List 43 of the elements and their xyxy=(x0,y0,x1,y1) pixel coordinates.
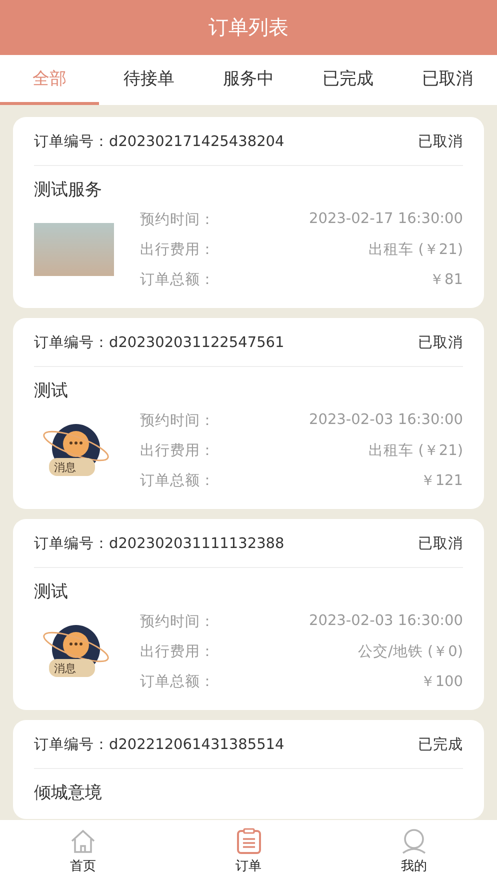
service-name: 倾城意境 xyxy=(34,782,103,805)
icon-label: 消息 xyxy=(54,661,76,676)
service-name: 测试 xyxy=(34,380,69,403)
order-status: 已取消 xyxy=(418,534,463,552)
filter-tab[interactable]: 已完成 xyxy=(298,55,398,105)
page-title: 订单列表 xyxy=(208,14,288,41)
nav-tab[interactable]: 首页 xyxy=(62,820,103,883)
detail-label: 订单总额： xyxy=(140,672,215,690)
order-number: 订单编号：d202302031111132388 xyxy=(34,534,286,552)
detail-label: 订单总额： xyxy=(140,270,215,288)
detail-label: 预约时间： xyxy=(140,412,215,430)
detail-value: ￥81 xyxy=(430,270,463,288)
user-icon xyxy=(400,828,428,854)
detail-value: 出租车 (￥21) xyxy=(368,442,463,460)
detail-value: 2023-02-17 16:30:00 xyxy=(309,211,463,227)
order-status: 已取消 xyxy=(418,334,463,352)
detail-value: 出租车 (￥21) xyxy=(368,240,463,258)
service-name: 测试 xyxy=(34,581,69,604)
order-number: 订单编号：d202212061431385514 xyxy=(34,736,286,754)
filter-tab[interactable]: 待接单 xyxy=(99,55,199,105)
order-number: 订单编号：d202302031122547561 xyxy=(34,334,286,352)
detail-label: 订单总额： xyxy=(140,472,215,490)
order-status: 已取消 xyxy=(418,132,463,150)
detail-label: 出行费用： xyxy=(140,642,215,660)
detail-label: 预约时间： xyxy=(140,210,215,228)
detail-value: ￥121 xyxy=(420,472,463,490)
service-name: 测试服务 xyxy=(34,179,103,202)
nav-tab[interactable]: 订单 xyxy=(228,820,268,883)
detail-value: 2023-02-03 16:30:00 xyxy=(309,613,463,629)
detail-value: 公交/地铁 (￥0) xyxy=(358,642,463,660)
nav-tab[interactable]: 我的 xyxy=(394,820,434,883)
detail-label: 出行费用： xyxy=(140,240,215,258)
detail-value: 2023-02-03 16:30:00 xyxy=(309,412,463,428)
home-icon xyxy=(68,828,97,854)
order-status: 已完成 xyxy=(418,736,463,754)
detail-label: 预约时间： xyxy=(140,612,215,630)
detail-label: 出行费用： xyxy=(140,442,215,460)
filter-tab[interactable]: 已取消 xyxy=(398,55,497,105)
clipboard-icon xyxy=(234,828,262,854)
detail-value: ￥100 xyxy=(420,672,463,690)
filter-tab[interactable]: 服务中 xyxy=(198,55,298,105)
icon-label: 消息 xyxy=(54,460,76,475)
order-number: 订单编号：d202302171425438204 xyxy=(34,132,286,150)
